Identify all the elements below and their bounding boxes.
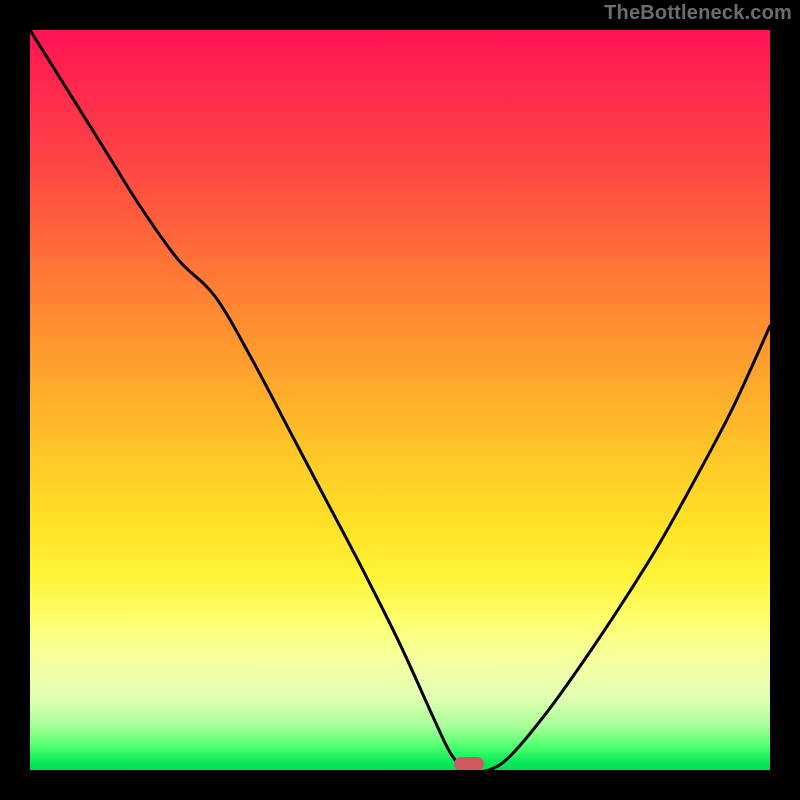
plot-area (30, 30, 770, 770)
optimal-marker (454, 757, 484, 770)
bottleneck-curve (30, 30, 770, 770)
chart-frame: TheBottleneck.com (0, 0, 800, 800)
watermark-text: TheBottleneck.com (604, 2, 792, 25)
